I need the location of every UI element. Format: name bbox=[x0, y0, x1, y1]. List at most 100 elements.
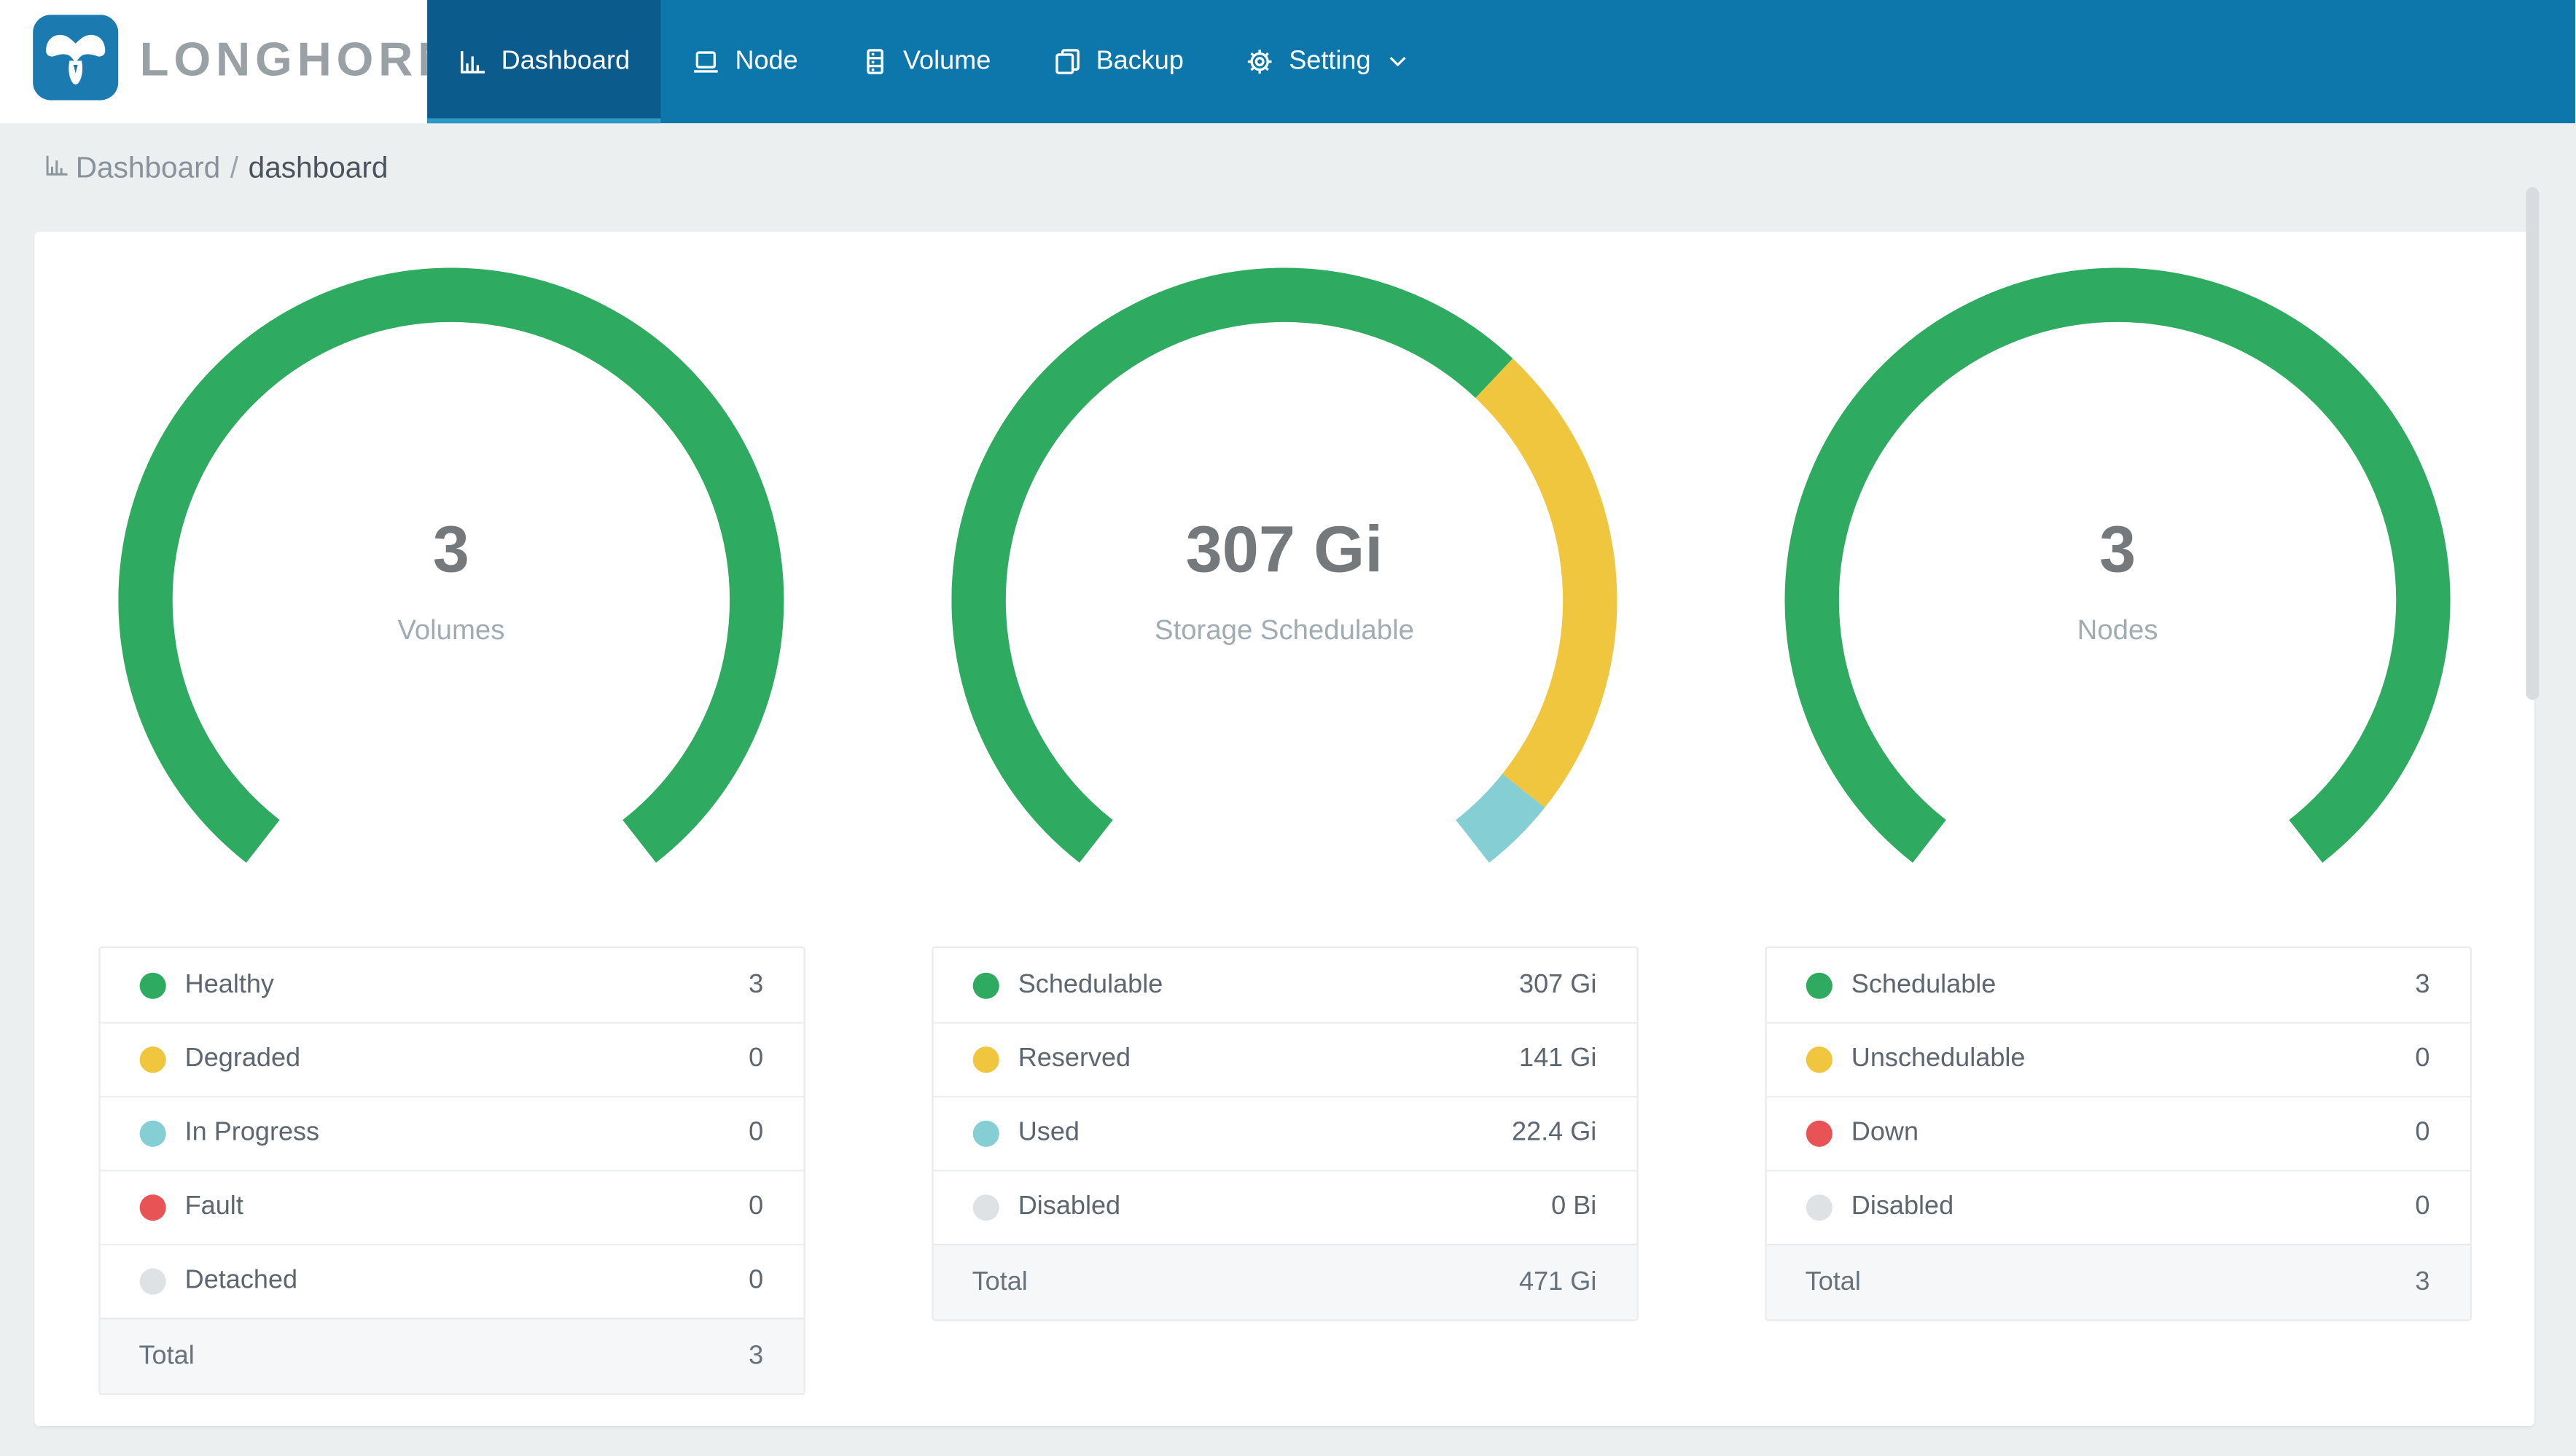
legend-color-dot bbox=[1805, 1046, 1832, 1073]
legend-row: Down 0 bbox=[1765, 1095, 2470, 1170]
nodes-column: 3 Nodes Schedulable 3 Unschedulable 0 Down 0 D… bbox=[1701, 232, 2534, 1426]
legend-value: 0 bbox=[749, 1119, 764, 1147]
legend-label: Disabled bbox=[1851, 1192, 1954, 1221]
legend-value: 0 bbox=[2415, 1119, 2430, 1147]
breadcrumb-separator: / bbox=[230, 151, 239, 184]
nav-item-node[interactable]: Node bbox=[661, 0, 830, 123]
chevron-down-icon bbox=[1389, 56, 1407, 68]
dashboard-card: 3 Volumes Healthy 3 Degraded 0 In Progress 0 F… bbox=[34, 231, 2534, 1426]
gauge-center-label: Volumes bbox=[397, 614, 505, 646]
legend-row: Schedulable 307 Gi bbox=[932, 948, 1636, 1022]
nodes-gauge: 3 Nodes bbox=[1784, 267, 2451, 933]
legend-label: Disabled bbox=[1018, 1192, 1121, 1221]
legend-color-dot bbox=[138, 1046, 165, 1073]
nav-item-dashboard[interactable]: Dashboard bbox=[427, 0, 661, 124]
nav-item-label: Dashboard bbox=[501, 47, 631, 75]
laptop-icon bbox=[692, 47, 720, 75]
legend-value: 3 bbox=[749, 970, 764, 998]
legend-total-row: Total 3 bbox=[99, 1318, 803, 1393]
legend-color-dot bbox=[972, 971, 999, 998]
legend-color-dot bbox=[972, 1120, 999, 1147]
gear-icon bbox=[1246, 47, 1274, 75]
volumes-legend-table: Healthy 3 Degraded 0 In Progress 0 Fault 0 Detac… bbox=[98, 946, 805, 1396]
nav-item-volume[interactable]: Volume bbox=[830, 0, 1023, 123]
nav-item-label: Backup bbox=[1096, 47, 1184, 75]
brand-text: LONGHORN bbox=[139, 34, 458, 87]
volumes-gauge: 3 Volumes bbox=[118, 267, 784, 933]
breadcrumb-page: dashboard bbox=[248, 151, 389, 184]
app-root: LONGHORN Dashboard Node Volume Backup Se… bbox=[0, 0, 2575, 1456]
total-label: Total bbox=[972, 1267, 1028, 1296]
legend-row: In Progress 0 bbox=[99, 1095, 803, 1170]
legend-label: Fault bbox=[184, 1192, 243, 1221]
bar-chart-icon bbox=[44, 151, 69, 185]
breadcrumb-section[interactable]: Dashboard bbox=[44, 151, 220, 185]
legend-label: Down bbox=[1851, 1119, 1919, 1147]
nav-item-backup[interactable]: Backup bbox=[1022, 0, 1215, 123]
legend-label: Reserved bbox=[1018, 1044, 1131, 1073]
nav-item-label: Volume bbox=[902, 47, 991, 75]
legend-value: 0 Bi bbox=[1551, 1192, 1597, 1221]
legend-row: Detached 0 bbox=[99, 1243, 803, 1318]
gauge-center-label: Nodes bbox=[2077, 614, 2158, 646]
legend-label: Schedulable bbox=[1018, 970, 1163, 998]
legend-color-dot bbox=[1805, 971, 1832, 998]
legend-value: 307 Gi bbox=[1519, 970, 1597, 998]
main-nav: Dashboard Node Volume Backup Setting bbox=[427, 0, 2575, 124]
legend-total-row: Total 3 bbox=[1765, 1243, 2470, 1320]
legend-value: 3 bbox=[2415, 970, 2430, 998]
legend-color-dot bbox=[972, 1046, 999, 1073]
nav-item-label: Node bbox=[735, 47, 798, 75]
legend-label: Used bbox=[1018, 1119, 1080, 1147]
bull-icon bbox=[33, 15, 119, 109]
gauge-arc-segment bbox=[1455, 773, 1545, 863]
gauge-center-value: 307 Gi bbox=[1185, 514, 1383, 587]
total-value: 471 Gi bbox=[1519, 1267, 1597, 1296]
legend-row: Unschedulable 0 bbox=[1765, 1022, 2470, 1095]
gauge-center-value: 3 bbox=[432, 514, 469, 587]
legend-color-dot bbox=[1805, 1194, 1832, 1221]
bar-chart-icon bbox=[458, 47, 486, 75]
legend-row: Schedulable 3 bbox=[1766, 948, 2470, 1022]
legend-color-dot bbox=[138, 1194, 165, 1221]
nav-item-label: Setting bbox=[1289, 47, 1371, 75]
breadcrumb: Dashboard / dashboard bbox=[44, 151, 2575, 185]
legend-label: Degraded bbox=[184, 1044, 301, 1073]
legend-label: Detached bbox=[184, 1267, 298, 1295]
nodes-legend-table: Schedulable 3 Unschedulable 0 Down 0 Disabled 0… bbox=[1764, 946, 2471, 1321]
total-label: Total bbox=[1805, 1267, 1861, 1296]
legend-row: Used 22.4 Gi bbox=[932, 1095, 1636, 1170]
legend-value: 0 bbox=[2415, 1044, 2430, 1073]
legend-color-dot bbox=[1805, 1120, 1832, 1147]
legend-value: 0 bbox=[749, 1267, 764, 1295]
legend-label: Healthy bbox=[184, 970, 274, 998]
copy-icon bbox=[1053, 47, 1081, 75]
scrollbar-thumb[interactable] bbox=[2526, 187, 2540, 700]
legend-value: 141 Gi bbox=[1519, 1044, 1597, 1073]
legend-row: Reserved 141 Gi bbox=[932, 1022, 1636, 1095]
legend-color-dot bbox=[972, 1194, 999, 1221]
storage-gauge: 307 Gi Storage Schedulable bbox=[951, 267, 1617, 933]
legend-label: In Progress bbox=[184, 1119, 320, 1147]
legend-label: Unschedulable bbox=[1851, 1044, 2026, 1073]
legend-row: Disabled 0 bbox=[1765, 1170, 2470, 1243]
legend-row: Disabled 0 Bi bbox=[932, 1170, 1636, 1243]
header: LONGHORN Dashboard Node Volume Backup Se… bbox=[0, 0, 2575, 124]
legend-row: Fault 0 bbox=[99, 1170, 803, 1243]
volumes-column: 3 Volumes Healthy 3 Degraded 0 In Progress 0 F… bbox=[34, 232, 867, 1426]
legend-value: 0 bbox=[2415, 1192, 2430, 1221]
legend-row: Healthy 3 bbox=[99, 948, 803, 1022]
legend-color-dot bbox=[138, 1268, 165, 1295]
storage-column: 307 Gi Storage Schedulable Schedulable 30… bbox=[867, 232, 1701, 1426]
legend-total-row: Total 471 Gi bbox=[932, 1243, 1636, 1320]
total-value: 3 bbox=[749, 1341, 764, 1370]
legend-row: Degraded 0 bbox=[99, 1022, 803, 1095]
server-icon bbox=[860, 47, 888, 75]
legend-value: 0 bbox=[749, 1044, 764, 1073]
legend-color-dot bbox=[138, 971, 165, 998]
nav-item-setting[interactable]: Setting bbox=[1215, 0, 1438, 123]
longhorn-logo[interactable]: LONGHORN bbox=[0, 0, 452, 124]
gauge-center-value: 3 bbox=[2099, 514, 2136, 587]
storage-legend-table: Schedulable 307 Gi Reserved 141 Gi Used 22.4 … bbox=[931, 946, 1638, 1321]
total-label: Total bbox=[138, 1341, 195, 1370]
